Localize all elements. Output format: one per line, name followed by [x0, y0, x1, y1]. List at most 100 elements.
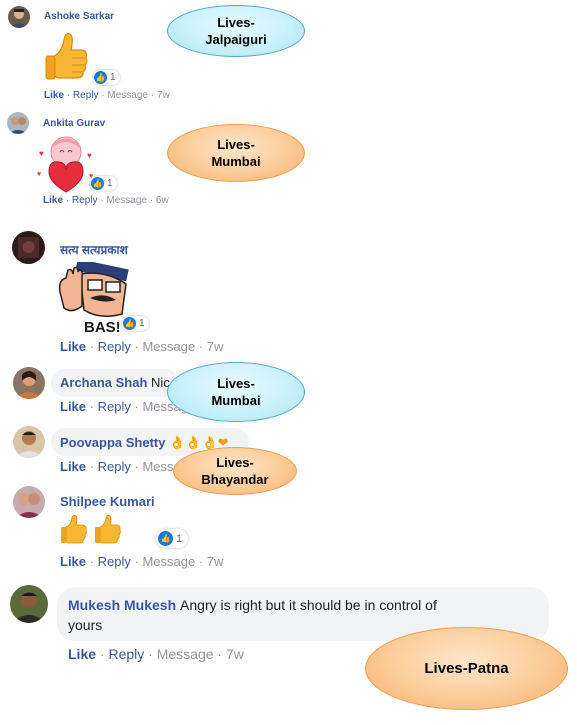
thumbs-up-sticker: [44, 28, 92, 89]
separator: ·: [150, 90, 155, 101]
timestamp[interactable]: 7w: [207, 339, 224, 354]
like-reaction-icon: 👍: [91, 177, 104, 190]
sticker-text: BAS!: [84, 319, 121, 336]
separator: ·: [89, 339, 94, 354]
message-link[interactable]: Message: [142, 339, 195, 354]
timestamp[interactable]: 6w: [156, 195, 169, 206]
comment-actions: Like · Reply · Message · 7w: [68, 646, 244, 662]
commenter-name[interactable]: सत्य सत्यप्रकाश: [60, 241, 128, 258]
reply-link[interactable]: Reply: [98, 459, 131, 474]
svg-text:♥: ♥: [37, 171, 41, 178]
callout-line1: Lives-: [216, 455, 254, 470]
like-reaction-icon: 👍: [123, 317, 136, 330]
reaction-count: 1: [110, 72, 116, 83]
comment-actions: Like · Reply · Messag: [60, 399, 188, 414]
love-heart-sticker: ♥ ♥ ♥ ♥: [33, 132, 99, 199]
separator: ·: [89, 554, 94, 569]
comment-actions: Like · Reply · Message · 7w: [60, 554, 223, 569]
location-callout: Lives- Mumbai: [167, 124, 305, 182]
separator: ·: [134, 459, 139, 474]
separator: ·: [134, 399, 139, 414]
separator: ·: [217, 646, 223, 662]
reaction-count-badge[interactable]: 👍 1: [156, 529, 189, 548]
reaction-count: 1: [176, 532, 183, 545]
avatar[interactable]: [12, 231, 45, 264]
like-link[interactable]: Like: [68, 646, 96, 662]
callout-line2: Mumbai: [211, 393, 261, 408]
message-link[interactable]: Message: [107, 90, 148, 101]
message-link[interactable]: Message: [157, 646, 214, 662]
separator: ·: [198, 554, 204, 569]
separator: ·: [66, 90, 71, 101]
commenter-name-link[interactable]: Mukesh Mukesh: [68, 597, 176, 613]
commenter-name-link[interactable]: Archana Shah: [60, 375, 147, 390]
callout-line2: Mumbai: [211, 154, 261, 169]
like-reaction-icon: 👍: [94, 71, 107, 84]
comment-text: Angry is right but it should be in contr…: [180, 597, 437, 613]
separator: ·: [65, 195, 70, 206]
reply-link[interactable]: Reply: [108, 646, 144, 662]
separator: ·: [101, 90, 105, 101]
reply-link[interactable]: Reply: [98, 399, 131, 414]
comment-actions: Like · Reply · Messag: [60, 459, 188, 474]
comment-actions: Like · Reply · Message · 7w: [44, 90, 170, 101]
location-callout: Lives-Patna: [365, 627, 568, 710]
avatar[interactable]: [13, 486, 45, 518]
commenter-name[interactable]: Ashoke Sarkar: [44, 11, 114, 22]
bas-sticker: BAS!: [56, 258, 134, 343]
like-link[interactable]: Like: [60, 554, 86, 569]
timestamp[interactable]: 7w: [157, 90, 170, 101]
commenter-name: Archana Shah Nic: [60, 375, 170, 390]
reaction-count: 1: [139, 318, 145, 329]
comment-actions: Like · Reply · Message · 7w: [60, 339, 223, 354]
like-link[interactable]: Like: [43, 195, 63, 206]
separator: ·: [134, 339, 139, 354]
separator: ·: [89, 399, 94, 414]
location-callout: Lives- Mumbai: [167, 362, 305, 422]
thumbs-up-emoji: [61, 513, 127, 550]
avatar[interactable]: [10, 585, 48, 623]
avatar[interactable]: [8, 6, 30, 28]
svg-text:♥: ♥: [87, 151, 92, 160]
separator: ·: [89, 459, 94, 474]
avatar[interactable]: [13, 367, 45, 399]
callout-line1: Lives-: [217, 15, 255, 30]
commenter-name[interactable]: Ankita Gurav: [43, 118, 105, 129]
callout-line2: Jalpaiguri: [205, 32, 267, 47]
location-callout: Lives- Jalpaiguri: [167, 5, 305, 57]
separator: ·: [134, 554, 139, 569]
comment-text-continued: yours: [68, 617, 103, 633]
reaction-count-badge[interactable]: 👍 1: [90, 176, 117, 191]
reply-link[interactable]: Reply: [73, 90, 99, 101]
location-callout: Lives- Bhayandar: [173, 447, 297, 495]
callout-line2: Bhayandar: [201, 472, 269, 487]
commenter-name-link[interactable]: Poovappa Shetty: [60, 435, 165, 450]
reaction-count: 1: [107, 178, 113, 189]
avatar[interactable]: [13, 426, 45, 458]
timestamp[interactable]: 7w: [207, 554, 224, 569]
separator: ·: [149, 195, 154, 206]
comment-actions: Like · Reply · Message · 6w: [43, 195, 169, 206]
separator: ·: [148, 646, 153, 662]
like-reaction-icon: 👍: [158, 531, 173, 546]
reaction-count-badge[interactable]: 👍 1: [93, 70, 120, 85]
reply-link[interactable]: Reply: [98, 339, 131, 354]
reply-link[interactable]: Reply: [98, 554, 131, 569]
avatar[interactable]: [7, 112, 29, 134]
like-link[interactable]: Like: [60, 459, 86, 474]
callout-line1: Lives-: [217, 376, 255, 391]
like-link[interactable]: Like: [60, 399, 86, 414]
commenter-name: Mukesh Mukesh Angry is right but it shou…: [68, 597, 437, 613]
separator: ·: [198, 339, 204, 354]
timestamp[interactable]: 7w: [226, 646, 244, 662]
reply-link[interactable]: Reply: [72, 195, 98, 206]
separator: ·: [100, 195, 104, 206]
message-link[interactable]: Message: [142, 554, 195, 569]
reaction-count-badge[interactable]: 👍 1: [122, 316, 149, 331]
svg-text:♥: ♥: [39, 149, 44, 158]
like-link[interactable]: Like: [60, 339, 86, 354]
message-link[interactable]: Message: [106, 195, 147, 206]
commenter-name: Poovappa Shetty 👌👌👌❤: [60, 435, 229, 451]
like-link[interactable]: Like: [44, 90, 64, 101]
commenter-name[interactable]: Shilpee Kumari: [60, 494, 155, 509]
